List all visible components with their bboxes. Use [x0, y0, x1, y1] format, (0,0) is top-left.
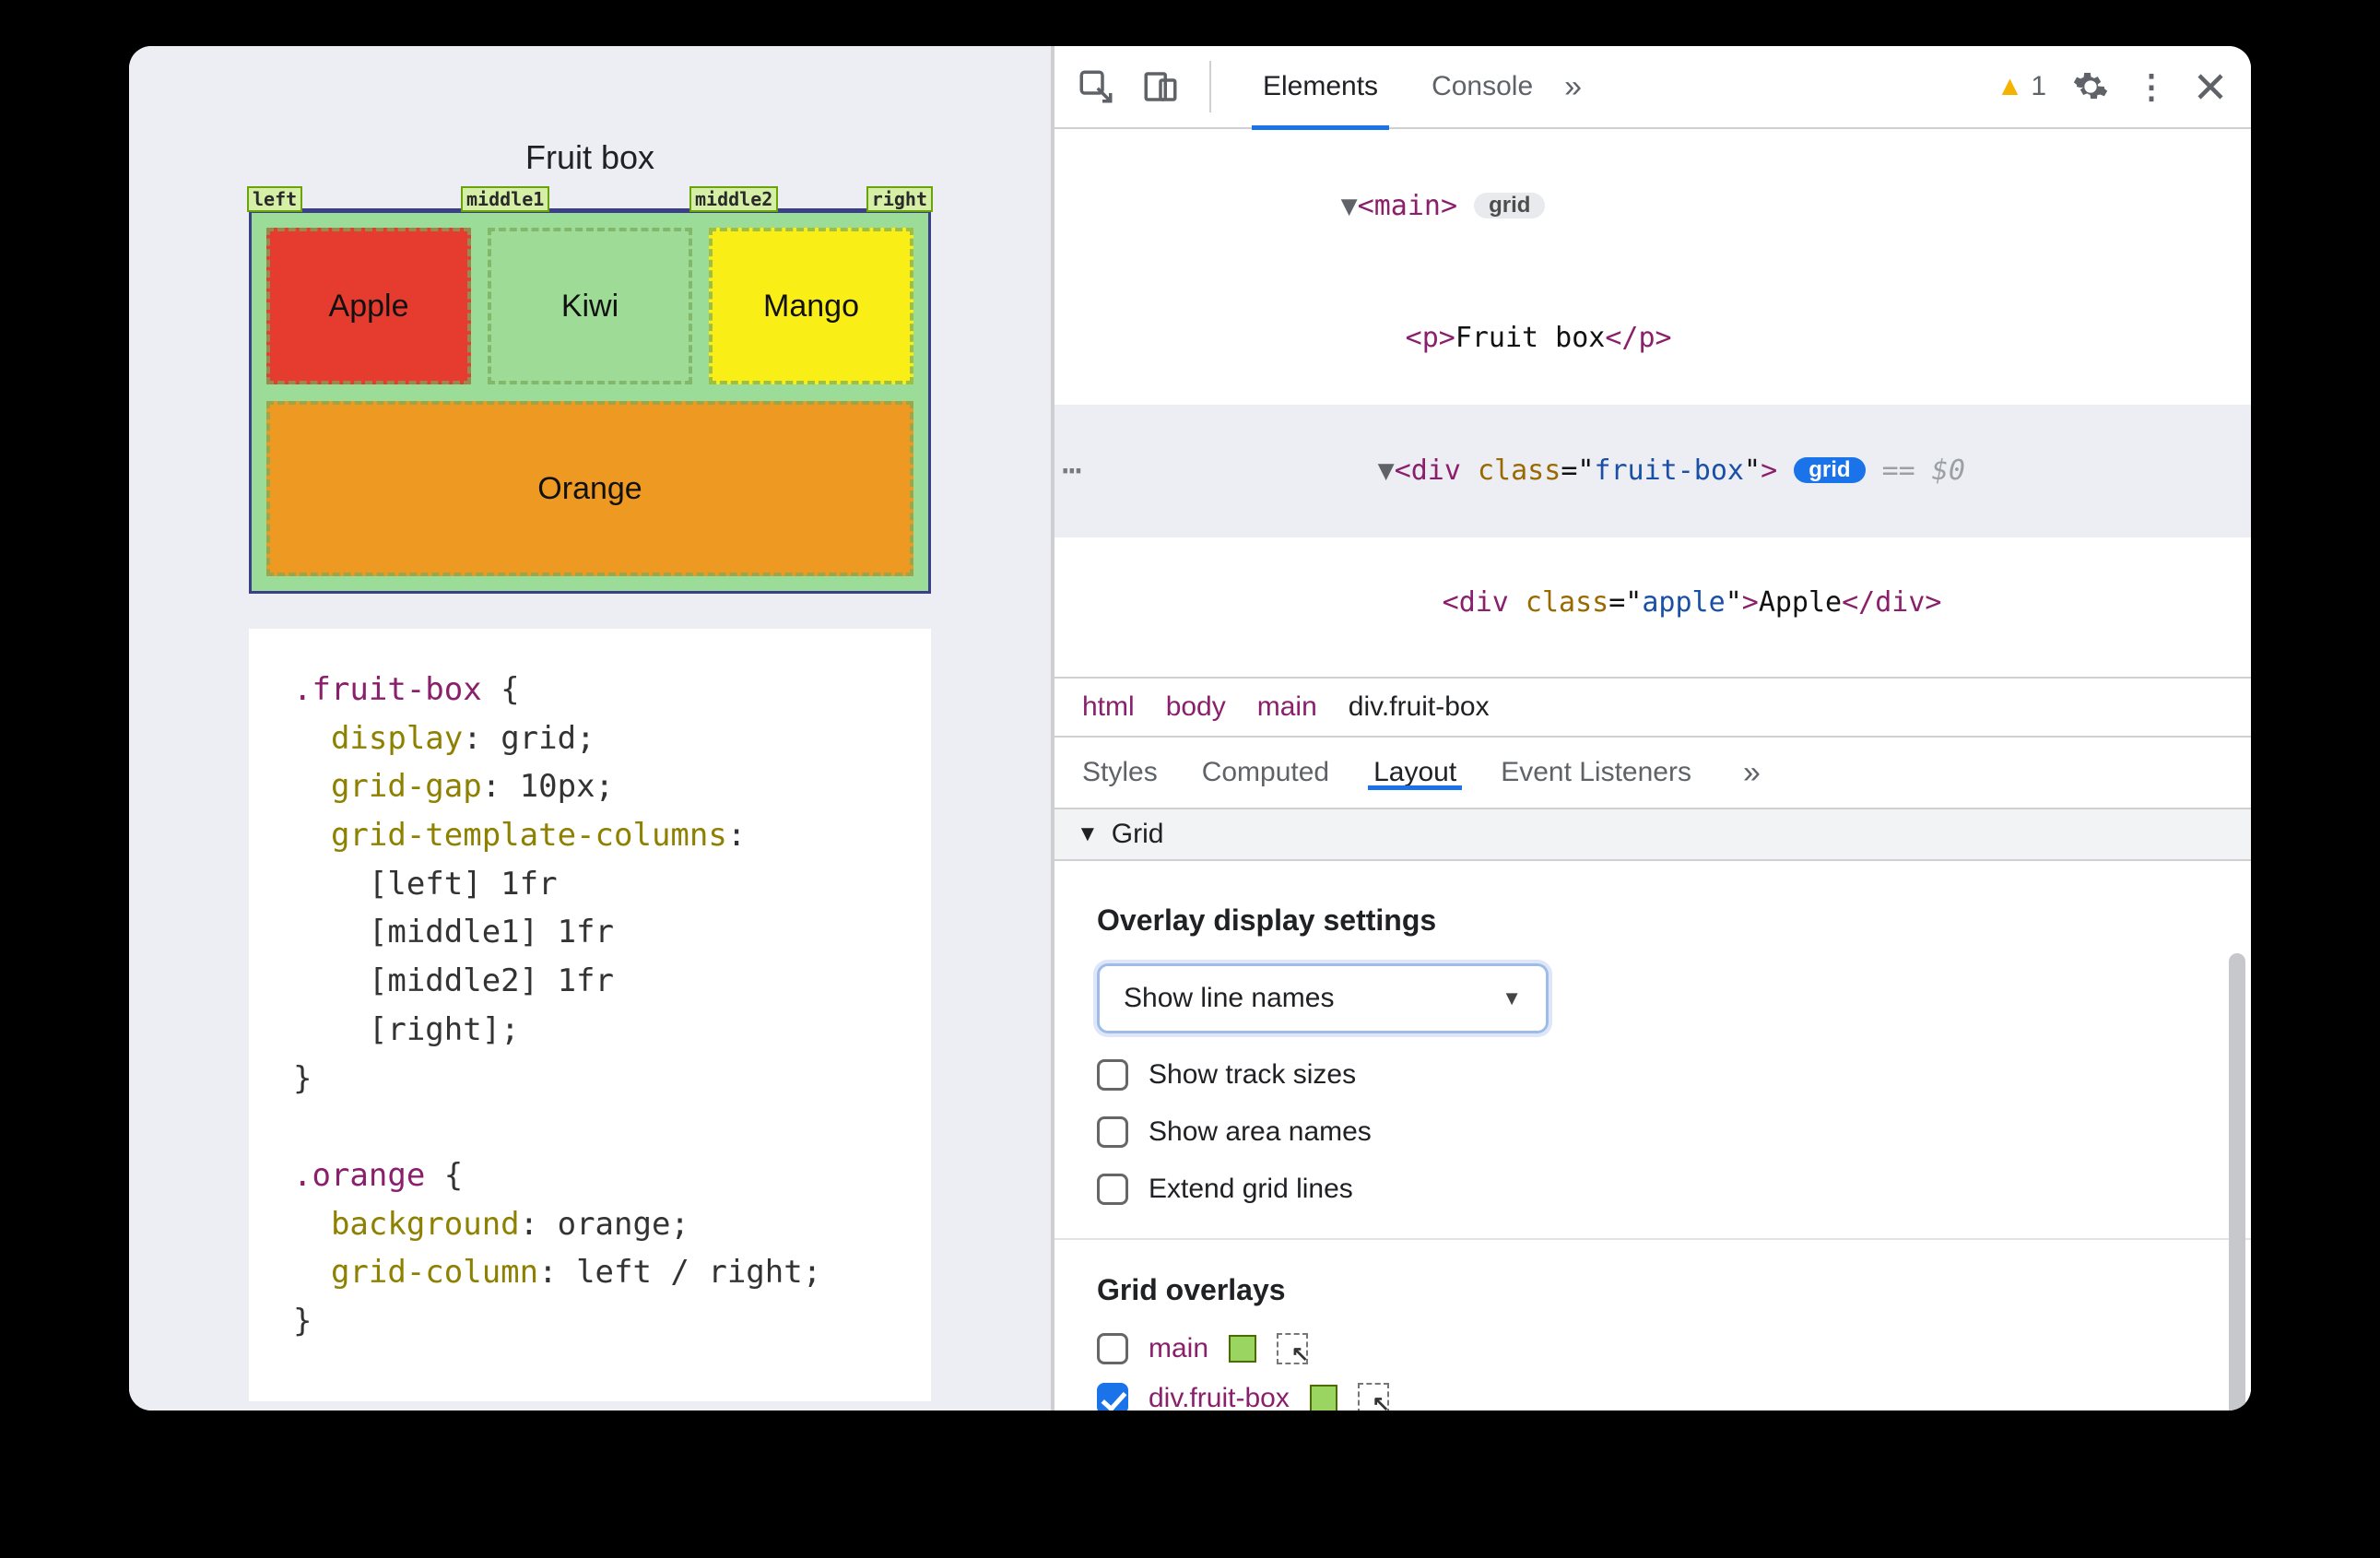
settings-gear-icon[interactable] [2072, 68, 2109, 105]
grid-overlay-container: left middle1 middle2 right Apple Kiwi Ma… [249, 186, 931, 594]
overlay-color-swatch-main[interactable] [1229, 1335, 1256, 1363]
overlay-color-swatch-fruit-box[interactable] [1310, 1385, 1337, 1410]
section-title-grid: Grid [1112, 819, 1164, 850]
breadcrumb-html[interactable]: html [1082, 691, 1135, 723]
warning-count: 1 [2031, 71, 2046, 102]
preview-title: Fruit box [184, 138, 996, 177]
layout-panel: Overlay display settings Show line names… [1055, 861, 2251, 1410]
dom-node-apple[interactable]: <div class="apple">Apple</div> [1055, 537, 2251, 670]
scrollbar-track[interactable] [2229, 953, 2245, 1401]
grid-badge[interactable]: grid [1474, 193, 1545, 218]
device-toolbar-icon[interactable] [1141, 67, 1180, 106]
inspect-element-icon[interactable] [1077, 67, 1115, 106]
checkbox-track-sizes[interactable] [1097, 1059, 1128, 1091]
warning-icon: ▲ [1997, 71, 2024, 102]
reveal-element-icon[interactable] [1358, 1383, 1389, 1410]
more-subtabs-icon[interactable]: » [1743, 755, 1761, 791]
warnings-indicator[interactable]: ▲ 1 [1997, 71, 2046, 102]
tab-elements[interactable]: Elements [1241, 46, 1400, 128]
cell-orange: Orange [266, 401, 913, 576]
overlay-checkbox-fruit-box[interactable] [1097, 1383, 1128, 1410]
select-value: Show line names [1124, 983, 1334, 1014]
page-preview-pane: Fruit box left middle1 middle2 right App… [129, 46, 1051, 1410]
overlay-name-main[interactable]: main [1149, 1333, 1208, 1364]
overlay-row-main: main [1097, 1333, 2209, 1364]
fruit-box: Apple Kiwi Mango Orange [249, 210, 931, 594]
app-window: Fruit box left middle1 middle2 right App… [129, 46, 2251, 1410]
checkbox-area-names[interactable] [1097, 1116, 1128, 1148]
heading-overlay-settings: Overlay display settings [1097, 903, 2209, 938]
checkbox-row-track-sizes[interactable]: Show track sizes [1097, 1059, 2209, 1091]
elements-breadcrumb[interactable]: html body main div.fruit-box [1055, 677, 2251, 738]
breadcrumb-fruit-box[interactable]: div.fruit-box [1349, 691, 1490, 723]
more-tabs-icon[interactable]: » [1564, 69, 1582, 105]
overlay-name-fruit-box[interactable]: div.fruit-box [1149, 1383, 1290, 1410]
breadcrumb-main[interactable]: main [1257, 691, 1317, 723]
cell-mango: Mango [709, 228, 913, 384]
tab-console[interactable]: Console [1409, 46, 1555, 128]
grid-line-label-right: right [866, 186, 933, 212]
reveal-element-icon[interactable] [1277, 1333, 1308, 1364]
dom-node-fruit-box[interactable]: ▼<div class="fruit-box"> grid == $0 [1055, 405, 2251, 537]
kebab-menu-icon[interactable]: ⋮ [2135, 67, 2168, 106]
grid-line-labels: left middle1 middle2 right [249, 186, 931, 210]
checkbox-label-extend-lines: Extend grid lines [1149, 1174, 1353, 1205]
checkbox-label-track-sizes: Show track sizes [1149, 1059, 1356, 1091]
sidebar-tabs: Styles Computed Layout Event Listeners » [1055, 738, 2251, 809]
cell-apple: Apple [266, 228, 471, 384]
checkbox-row-area-names[interactable]: Show area names [1097, 1116, 2209, 1148]
overlay-checkbox-main[interactable] [1097, 1333, 1128, 1364]
dom-node-main[interactable]: ▼<main> grid [1055, 140, 2251, 273]
devtools-toolbar: Elements Console » ▲ 1 ⋮ [1055, 46, 2251, 129]
grid-line-label-middle1: middle1 [461, 186, 549, 212]
grid-line-label-middle2: middle2 [689, 186, 778, 212]
scrollbar-thumb[interactable] [2229, 953, 2245, 1410]
grid-line-label-left: left [247, 186, 302, 212]
checkbox-extend-lines[interactable] [1097, 1174, 1128, 1205]
select-caret-icon: ▼ [1502, 986, 1522, 1010]
subtab-styles[interactable]: Styles [1082, 757, 1158, 788]
section-header-grid[interactable]: ▼ Grid [1055, 809, 2251, 861]
devtools-pane: Elements Console » ▲ 1 ⋮ [1051, 46, 2251, 1410]
dom-node-p[interactable]: <p>Fruit box</p> [1055, 273, 2251, 406]
disclosure-triangle-icon: ▼ [1077, 821, 1099, 847]
cell-kiwi: Kiwi [488, 228, 692, 384]
code-snippet: .fruit-box { display: grid; grid-gap: 10… [249, 629, 931, 1401]
overlay-row-fruit-box: div.fruit-box [1097, 1383, 2209, 1410]
grid-badge-active[interactable]: grid [1794, 457, 1865, 483]
checkbox-row-extend-lines[interactable]: Extend grid lines [1097, 1174, 2209, 1205]
checkbox-label-area-names: Show area names [1149, 1116, 1372, 1148]
close-devtools-icon[interactable] [2194, 70, 2227, 103]
line-names-select[interactable]: Show line names ▼ [1097, 963, 1549, 1033]
breadcrumb-body[interactable]: body [1166, 691, 1226, 723]
subtab-computed[interactable]: Computed [1202, 757, 1329, 788]
heading-grid-overlays: Grid overlays [1097, 1273, 2209, 1307]
elements-dom-tree[interactable]: ▼<main> grid <p>Fruit box</p> ▼<div clas… [1055, 129, 2251, 677]
subtab-layout[interactable]: Layout [1373, 757, 1456, 788]
subtab-event-listeners[interactable]: Event Listeners [1501, 757, 1691, 788]
